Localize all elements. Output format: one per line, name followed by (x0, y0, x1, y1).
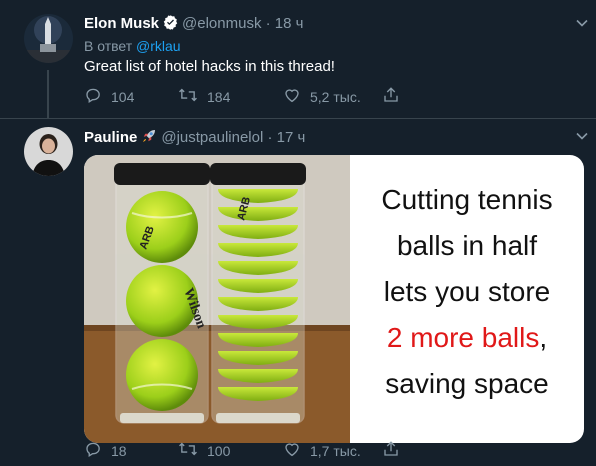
reply-prefix: В ответ (84, 38, 133, 54)
tweet-image[interactable]: ARB Wilson ARB Cutting tennis balls in h… (84, 155, 584, 443)
reply-icon (84, 440, 111, 461)
chevron-down-icon[interactable] (575, 129, 589, 148)
like-icon (283, 86, 310, 107)
avatar-elon-musk[interactable] (24, 14, 73, 63)
tweet-elon-musk[interactable]: Elon Musk @elonmusk · 18 ч В ответ @rklau… (0, 0, 596, 118)
tweet-time[interactable]: 17 ч (277, 129, 306, 146)
retweet-button[interactable]: 100 (178, 440, 230, 461)
reply-count: 104 (111, 88, 135, 105)
retweet-count: 100 (207, 442, 231, 459)
author-name[interactable]: Elon Musk (84, 15, 159, 32)
retweet-button[interactable]: 184 (178, 86, 230, 107)
like-button[interactable]: 5,2 тыс. (283, 86, 361, 107)
caption-highlight: 2 more balls (386, 322, 540, 353)
share-button[interactable] (382, 440, 409, 461)
avatar-pauline[interactable] (24, 127, 73, 176)
header-separator: · (267, 129, 273, 146)
tweet-pauline[interactable]: Pauline @justpaulinelol · 17 ч ARB Wilso… (0, 118, 596, 466)
caption-comma: , (539, 322, 548, 353)
like-count: 5,2 тыс. (310, 88, 361, 105)
retweet-icon (178, 86, 207, 107)
reply-icon (84, 86, 111, 107)
tennis-ball-cans-photo: ARB Wilson ARB (84, 155, 350, 443)
retweet-icon (178, 440, 207, 461)
tweet-header: Elon Musk @elonmusk · 18 ч (84, 14, 303, 35)
header-separator: · (265, 15, 271, 32)
reply-handle-link[interactable]: @rklau (136, 38, 181, 54)
reply-button[interactable]: 104 (84, 86, 134, 107)
caption-line-1: Cutting tennis (381, 184, 553, 215)
caption-line-4: 2 more balls, (350, 315, 584, 361)
verified-badge-icon (162, 14, 179, 35)
tweet-time[interactable]: 18 ч (275, 15, 304, 32)
share-icon (382, 86, 409, 107)
author-name[interactable]: Pauline (84, 129, 137, 146)
share-icon (382, 440, 409, 461)
caption-line-2: balls in half (396, 230, 538, 261)
retweet-count: 184 (207, 88, 231, 105)
tweet-header: Pauline @justpaulinelol · 17 ч (84, 127, 305, 149)
reply-button[interactable]: 18 (84, 440, 127, 461)
reply-count: 18 (111, 442, 127, 459)
like-count: 1,7 тыс. (310, 442, 361, 459)
rocket-icon (140, 127, 158, 149)
like-icon (283, 440, 310, 461)
like-button[interactable]: 1,7 тыс. (283, 440, 361, 461)
thread-connector-line (47, 70, 49, 118)
caption-line-3: lets you store (383, 276, 551, 307)
replying-to-line: В ответ @rklau (84, 38, 181, 54)
chevron-down-icon[interactable] (575, 16, 589, 35)
share-button[interactable] (382, 86, 409, 107)
image-caption: Cutting tennis balls in half lets you st… (350, 155, 584, 443)
author-handle[interactable]: @elonmusk (182, 15, 261, 32)
caption-line-5: saving space (385, 368, 549, 399)
tweet-text: Great list of hotel hacks in this thread… (84, 58, 335, 75)
author-handle[interactable]: @justpaulinelol (161, 129, 263, 146)
